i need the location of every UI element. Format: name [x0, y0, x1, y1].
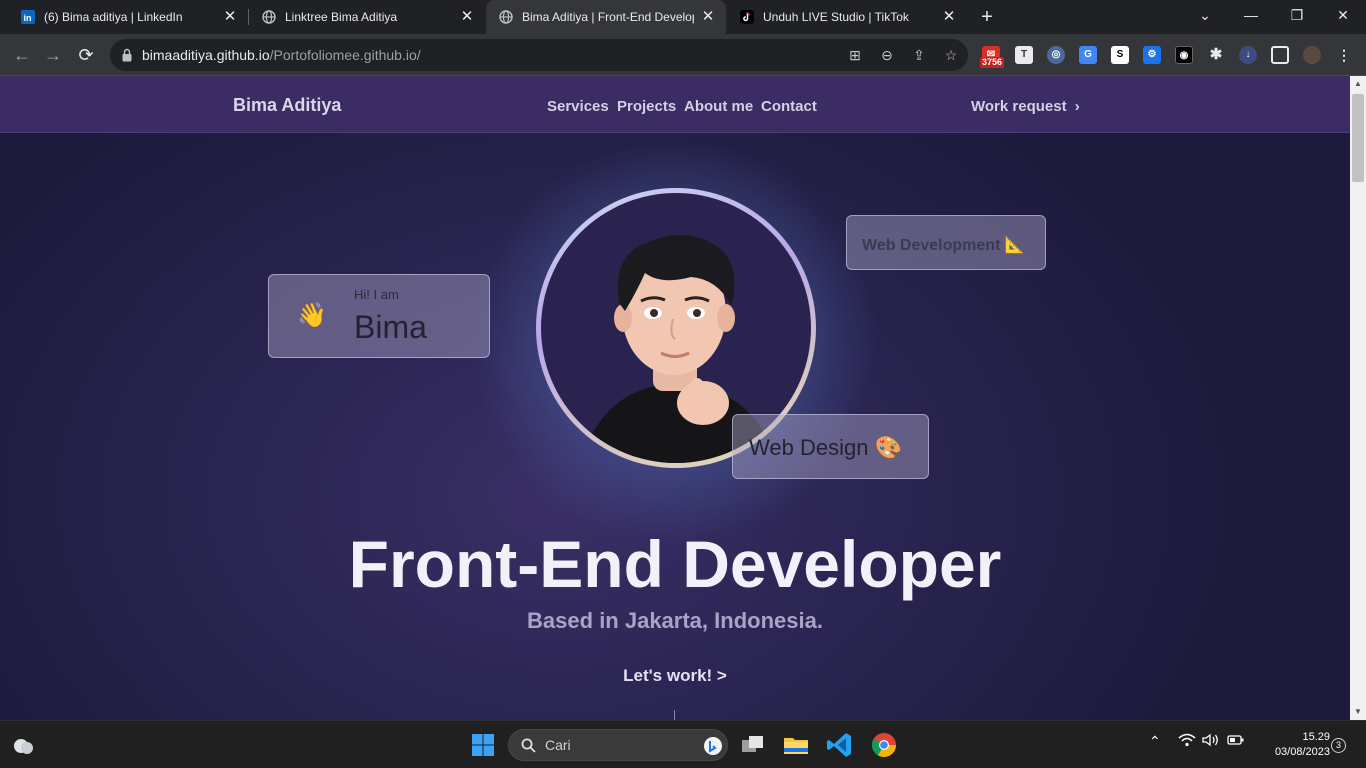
back-icon[interactable]: ←: [9, 42, 35, 68]
site-brand[interactable]: Bima Aditiya: [233, 95, 341, 116]
close-tab-icon[interactable]: ✕: [459, 9, 475, 25]
restore-button[interactable]: ❐: [1274, 0, 1320, 30]
wifi-icon[interactable]: [1178, 733, 1196, 750]
reload-icon[interactable]: ⟳: [73, 42, 99, 68]
web-design-text: Web Design: [749, 435, 869, 460]
close-tab-icon[interactable]: ✕: [941, 9, 957, 25]
share-icon[interactable]: ⇪: [910, 46, 928, 64]
tab-strip: in (6) Bima aditiya | LinkedIn ✕ Linktre…: [0, 0, 1366, 34]
menu-kebab-icon[interactable]: ⋮: [1335, 46, 1353, 64]
side-panel-icon[interactable]: [1271, 46, 1289, 64]
web-design-label: Web Design 🎨: [749, 435, 902, 461]
tab-portfolio[interactable]: Bima Aditiya | Front-End Developer ✕: [486, 0, 726, 34]
gear-extension-icon[interactable]: ⚙: [1143, 46, 1161, 64]
download-icon[interactable]: ↓: [1239, 46, 1257, 64]
file-explorer-icon[interactable]: [781, 730, 811, 760]
search-placeholder: Cari: [545, 737, 571, 753]
site-header: Bima Aditiya Services Projects About me …: [0, 76, 1350, 133]
hero-subtitle: Based in Jakarta, Indonesia.: [527, 608, 823, 633]
nav-link-about[interactable]: About me: [684, 98, 753, 115]
zoom-icon[interactable]: ⊖: [878, 46, 896, 64]
battery-icon[interactable]: [1227, 733, 1245, 750]
extensions-puzzle-icon[interactable]: ✱: [1207, 46, 1225, 64]
scrollbar-thumb[interactable]: [1352, 94, 1364, 182]
vscode-icon[interactable]: [825, 730, 855, 760]
web-page: Bima Aditiya Services Projects About me …: [0, 76, 1350, 720]
nav-link-services[interactable]: Services: [547, 98, 609, 115]
system-clock[interactable]: 15.29 03/08/2023: [1254, 730, 1330, 760]
mail-count-badge: 3756: [980, 57, 1005, 68]
globe-icon: [261, 9, 277, 25]
task-view-icon[interactable]: [738, 730, 768, 760]
scroll-indicator: [674, 710, 675, 720]
new-tab-button[interactable]: +: [976, 6, 998, 28]
tab-title: Unduh LIVE Studio | TikTok: [763, 10, 909, 24]
web-design-tag: Web Design 🎨: [732, 414, 929, 479]
greeting-name: Bima: [354, 309, 427, 345]
weather-icon[interactable]: [8, 730, 38, 760]
tab-linktree[interactable]: Linktree Bima Aditiya ✕: [249, 0, 485, 34]
speaker-icon[interactable]: [1202, 733, 1220, 750]
work-request-label: Work request: [971, 98, 1067, 115]
tab-linkedin[interactable]: in (6) Bima aditiya | LinkedIn ✕: [8, 0, 248, 34]
web-development-tag: Web Development 📐: [846, 215, 1046, 270]
tab-title: (6) Bima aditiya | LinkedIn: [44, 10, 183, 24]
chrome-icon[interactable]: [869, 730, 899, 760]
web-development-text: Web Development: [862, 237, 1001, 254]
waving-hand-icon: 👋: [297, 302, 327, 329]
tab-tiktok[interactable]: Unduh LIVE Studio | TikTok ✕: [727, 0, 967, 34]
hero-title: Front-End Developer: [348, 527, 1002, 601]
start-windows-icon[interactable]: [468, 730, 498, 760]
chevron-up-icon[interactable]: ⌃: [1149, 733, 1161, 750]
tiktok-icon: [739, 9, 755, 25]
svg-text:in: in: [24, 13, 32, 23]
page-scrollbar[interactable]: ▲ ▼: [1350, 76, 1366, 720]
lets-work-link[interactable]: Let's work! >: [0, 666, 1350, 686]
bing-icon[interactable]: [703, 736, 723, 756]
windows-taskbar: Cari ⌃ 15.29 03/08/2023 3: [0, 720, 1366, 768]
notification-badge[interactable]: 3: [1331, 738, 1346, 753]
browser-toolbar: ← → ⟳ bimaaditiya.github.io/Portofoliome…: [0, 34, 1366, 76]
google-translate-extension-icon[interactable]: G: [1079, 46, 1097, 64]
nav-link-contact[interactable]: Contact: [761, 98, 817, 115]
profile-avatar[interactable]: [1303, 46, 1321, 64]
lock-icon: [122, 48, 132, 62]
close-tab-icon[interactable]: ✕: [700, 9, 716, 25]
scroll-up-icon[interactable]: ▲: [1350, 76, 1366, 92]
url-path: /Portofoliomee.github.io/: [269, 47, 421, 63]
clock-time: 15.29: [1302, 731, 1330, 743]
taskbar-search-input[interactable]: Cari: [508, 729, 728, 761]
scroll-down-icon[interactable]: ▼: [1350, 704, 1366, 720]
tab-title: Bima Aditiya | Front-End Developer: [522, 10, 694, 24]
web-development-label: Web Development 📐: [862, 235, 1025, 255]
greeting-label: Hi! I am: [354, 287, 399, 302]
search-icon: [521, 738, 536, 753]
forward-icon[interactable]: →: [40, 42, 66, 68]
url-host: bimaaditiya.github.io: [142, 47, 270, 63]
palette-icon: 🎨: [874, 435, 902, 460]
url-text[interactable]: bimaaditiya.github.io/Portofoliomee.gith…: [142, 47, 421, 63]
close-window-button[interactable]: ✕: [1320, 0, 1366, 30]
tab-search-chevron-icon[interactable]: ⌄: [1182, 0, 1228, 30]
text-extension-icon[interactable]: T: [1015, 46, 1033, 64]
translate-icon[interactable]: ⊞: [846, 46, 864, 64]
minimize-button[interactable]: —: [1228, 0, 1274, 30]
linkedin-icon: in: [20, 9, 36, 25]
greeting-card: 👋 Hi! I am Bima: [268, 274, 490, 358]
tab-title: Linktree Bima Aditiya: [285, 10, 398, 24]
triangle-ruler-icon: 📐: [1004, 237, 1025, 254]
dark-extension-icon[interactable]: ◉: [1175, 46, 1193, 64]
clock-date: 03/08/2023: [1274, 746, 1330, 758]
nav-link-projects[interactable]: Projects: [617, 98, 676, 115]
globe-icon: [498, 9, 514, 25]
globe-extension-icon[interactable]: ◎: [1047, 46, 1065, 64]
address-bar[interactable]: bimaaditiya.github.io/Portofoliomee.gith…: [110, 39, 968, 71]
close-tab-icon[interactable]: ✕: [222, 9, 238, 25]
work-request-link[interactable]: Work request ›: [971, 98, 1080, 115]
chevron-right-icon: ›: [1074, 98, 1080, 115]
bookmark-star-icon[interactable]: ☆: [942, 46, 960, 64]
s-extension-icon[interactable]: S: [1111, 46, 1129, 64]
